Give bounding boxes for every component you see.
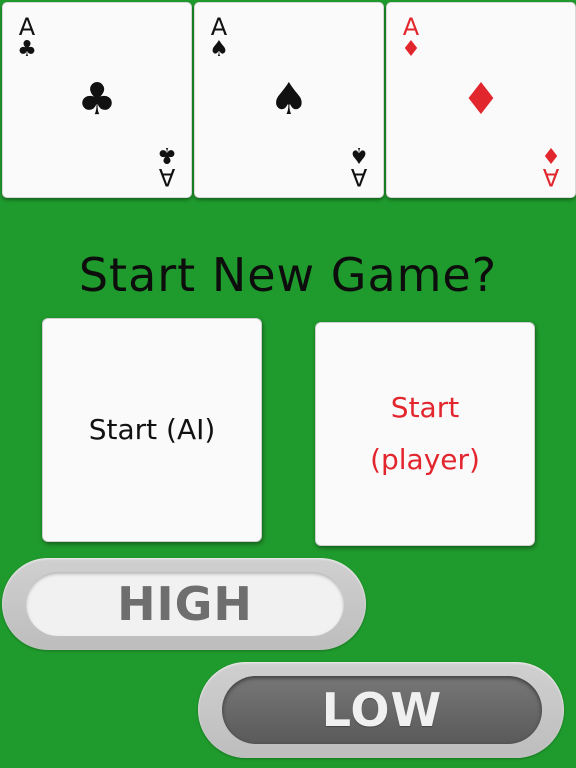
low-button[interactable]: LOW bbox=[222, 676, 542, 744]
card-ace-of-clubs: A ♣ ♣ A ♣ bbox=[2, 2, 192, 198]
diamond-icon: ♦ bbox=[401, 37, 421, 62]
start-player-label-line1: Start bbox=[390, 391, 460, 424]
card-corner-top: A ♦ bbox=[398, 15, 424, 61]
club-icon: ♣ bbox=[77, 74, 117, 125]
club-icon: ♣ bbox=[17, 37, 37, 62]
high-button-frame: HIGH bbox=[2, 558, 366, 650]
card-corner-top: A ♣ bbox=[14, 15, 40, 61]
card-corner-bottom: A ♠ bbox=[346, 142, 372, 191]
spade-icon: ♠ bbox=[349, 142, 369, 167]
card-rank-label: A bbox=[158, 163, 176, 191]
card-rank-label: A bbox=[542, 163, 560, 191]
diamond-icon: ♦ bbox=[461, 74, 501, 125]
high-button[interactable]: HIGH bbox=[26, 572, 344, 636]
start-player-button[interactable]: Start (player) bbox=[315, 322, 535, 546]
spade-icon: ♠ bbox=[269, 74, 309, 125]
start-player-label-line2: (player) bbox=[370, 443, 480, 476]
card-ace-of-diamonds: A ♦ ♦ A ♦ bbox=[386, 2, 576, 198]
low-button-frame: LOW bbox=[198, 662, 564, 758]
start-ai-label: Start (AI) bbox=[88, 413, 216, 446]
start-player-label: Start (player) bbox=[370, 382, 480, 486]
card-ace-of-spades: A ♠ ♠ A ♠ bbox=[194, 2, 384, 198]
spade-icon: ♠ bbox=[209, 37, 229, 62]
start-new-game-prompt: Start New Game? bbox=[78, 248, 498, 302]
club-icon: ♣ bbox=[157, 142, 177, 167]
card-rank-label: A bbox=[350, 163, 368, 191]
card-corner-top: A ♠ bbox=[206, 15, 232, 61]
start-ai-button[interactable]: Start (AI) bbox=[42, 318, 262, 542]
diamond-icon: ♦ bbox=[541, 142, 561, 167]
card-corner-bottom: A ♣ bbox=[154, 142, 180, 191]
card-corner-bottom: A ♦ bbox=[538, 142, 564, 191]
